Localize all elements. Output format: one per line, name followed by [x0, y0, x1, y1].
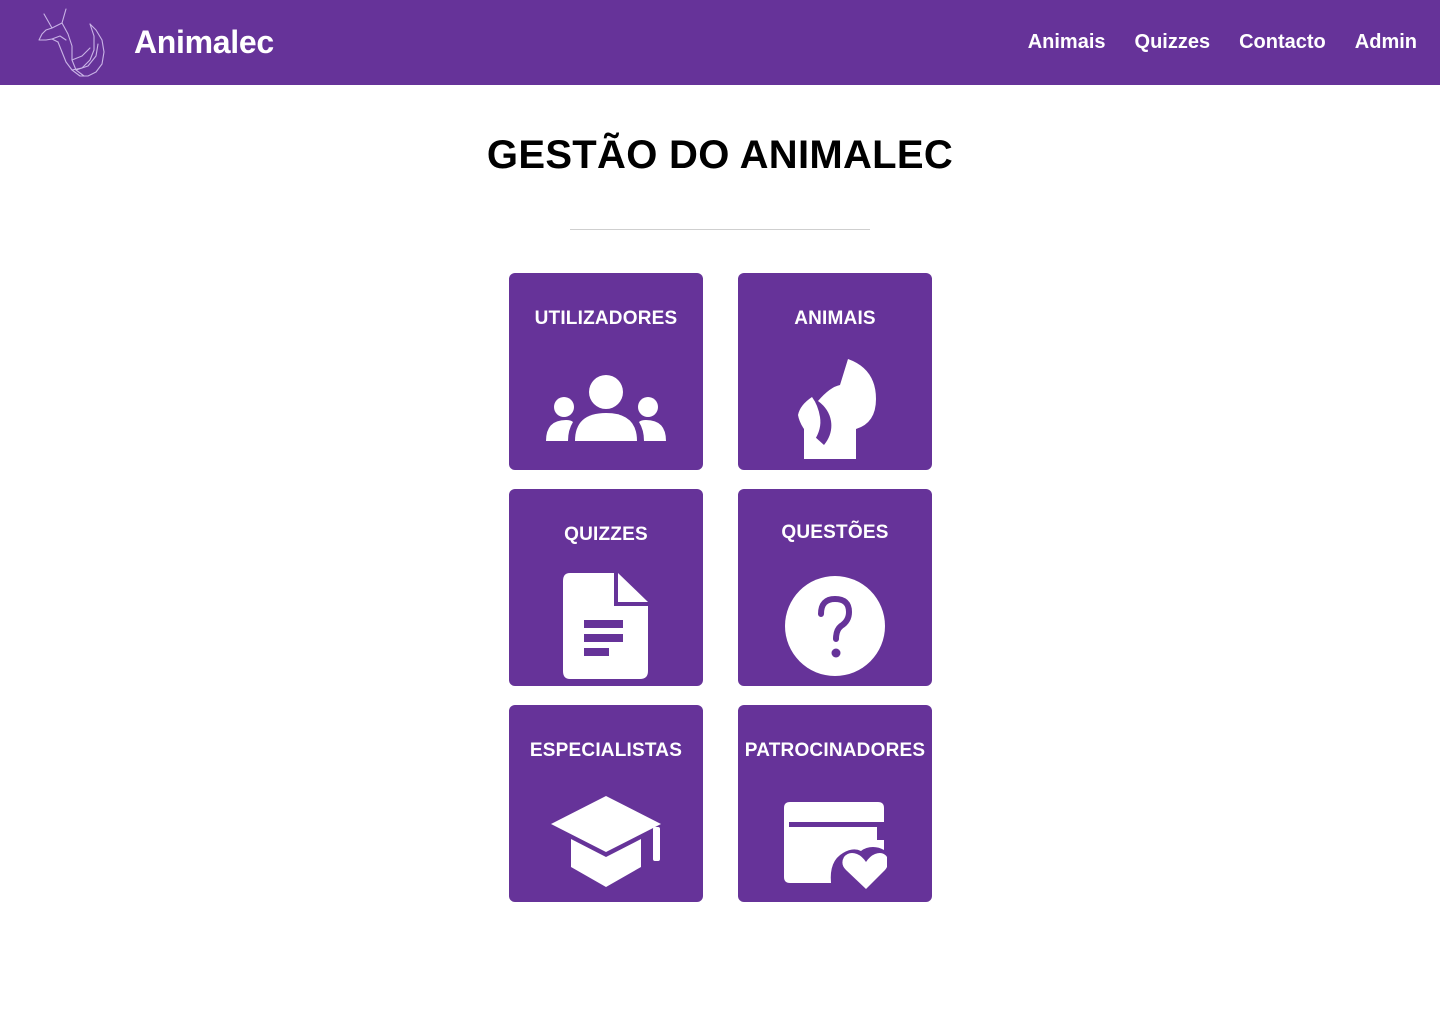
top-navbar: Animalec Animais Quizzes Contacto Admin [0, 0, 1440, 85]
tile-label: QUIZZES [564, 524, 648, 545]
users-icon [509, 373, 703, 443]
question-icon [738, 575, 932, 677]
sponsor-card-heart-icon [738, 801, 932, 891]
tile-quizzes[interactable]: QUIZZES [509, 489, 703, 686]
tile-label: ANIMAIS [794, 308, 876, 329]
admin-tiles-grid: UTILIZADORES ANIMAIS QUIZZES QUESTÕES ES… [509, 273, 932, 902]
tile-label: ESPECIALISTAS [529, 740, 683, 761]
nav-link-admin[interactable]: Admin [1355, 28, 1417, 56]
fox-logo-icon[interactable] [36, 6, 106, 78]
tile-label: QUESTÕES [781, 522, 889, 543]
tile-utilizadores[interactable]: UTILIZADORES [509, 273, 703, 470]
page-title: GESTÃO DO ANIMALEC [486, 133, 954, 177]
tile-label: PATROCINADORES [744, 740, 926, 761]
nav-link-animais[interactable]: Animais [1028, 28, 1106, 56]
tile-animais[interactable]: ANIMAIS [738, 273, 932, 470]
tile-label: UTILIZADORES [534, 308, 678, 329]
document-icon [509, 572, 703, 680]
tile-patrocinadores[interactable]: PATROCINADORES [738, 705, 932, 902]
main-nav: Animais Quizzes Contacto Admin [1028, 28, 1417, 56]
title-divider [570, 229, 870, 230]
nav-link-quizzes[interactable]: Quizzes [1135, 28, 1211, 56]
animal-icon [738, 357, 932, 461]
brand-name[interactable]: Animalec [134, 22, 274, 62]
tile-questoes[interactable]: QUESTÕES [738, 489, 932, 686]
nav-link-contacto[interactable]: Contacto [1239, 28, 1326, 56]
graduation-cap-icon [509, 796, 703, 888]
tile-especialistas[interactable]: ESPECIALISTAS [509, 705, 703, 902]
